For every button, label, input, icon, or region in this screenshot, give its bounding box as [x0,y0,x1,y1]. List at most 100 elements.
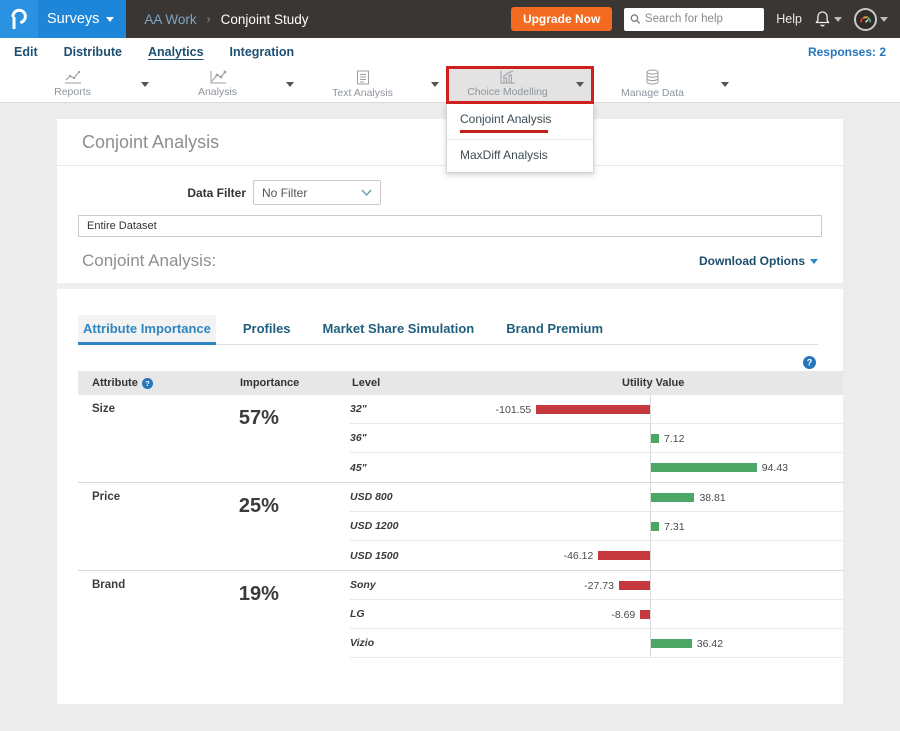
menu-item-maxdiff-analysis[interactable]: MaxDiff Analysis [447,139,593,172]
toolbar-item-text-analysis: Text Analysis [303,66,448,102]
notifications-menu[interactable] [814,10,842,28]
utility-bar [640,610,650,619]
utility-bar-chart: 7.31 [540,512,843,540]
chevron-down-icon [880,17,888,22]
level-row: Sony -27.73 [350,571,843,600]
zero-axis-line [650,571,651,599]
column-header-level: Level [352,377,542,389]
column-header-importance: Importance [240,377,352,389]
nav-item-integration[interactable]: Integration [230,45,295,59]
attribute-importance-table: Attribute ? Importance Level Utility Val… [78,371,843,658]
level-row: 32"-101.55 [350,395,843,424]
conjoint-analysis-panel: Conjoint Analysis Data Filter No Filter … [57,119,843,704]
scatter-chart-icon [209,70,227,84]
product-switcher[interactable]: Surveys [0,0,126,38]
utility-bar [619,581,650,590]
analysis-dropdown-toggle[interactable] [277,66,303,102]
chevron-down-icon [834,17,842,22]
bell-icon [814,10,831,28]
chevron-down-icon [721,82,729,87]
tab-market-share-simulation[interactable]: Market Share Simulation [318,315,480,344]
download-options-button[interactable]: Download Options [699,254,818,268]
database-icon [645,69,660,85]
level-label: 45" [350,462,540,474]
utility-value: -27.73 [584,580,614,592]
upgrade-now-button[interactable]: Upgrade Now [511,7,612,31]
breadcrumb-survey-title[interactable]: Conjoint Study [221,12,309,27]
level-label: USD 1500 [350,550,540,562]
help-question-icon[interactable]: ? [142,378,153,389]
zero-axis-line [650,395,651,423]
chevron-down-icon [576,82,584,87]
level-row: 36"7.12 [350,424,843,453]
attribute-group-row: Brand19%Sony-27.73LG-8.69Vizio36.42 [78,571,843,658]
utility-bar [651,639,692,648]
svg-text:?: ? [807,358,813,368]
questionpro-logo-icon[interactable] [0,0,38,38]
utility-bar-chart: -27.73 [540,571,843,599]
importance-value: 57% [239,395,350,482]
breadcrumb-separator-icon: › [207,12,211,26]
zero-axis-line [650,541,651,570]
toolbar-label: Manage Data [621,87,684,99]
column-header-utility-value: Utility Value [542,377,843,389]
toolbar-item-choice-modelling: Choice Modelling [448,66,593,102]
analytics-toolbar: Reports Analysis Text Analysis [0,66,900,103]
chevron-down-icon [361,189,372,196]
search-icon [630,13,641,25]
text-analysis-button[interactable]: Text Analysis [303,66,422,102]
attribute-name: Price [78,483,239,570]
utility-value: 38.81 [699,492,725,504]
breadcrumb-folder[interactable]: AA Work [144,12,196,27]
attribute-group-row: Size57%32"-101.5536"7.1245"94.43 [78,395,843,483]
nav-item-analytics[interactable]: Analytics [148,45,204,59]
responses-count[interactable]: Responses: 2 [808,45,886,59]
breadcrumb: AA Work › Conjoint Study [144,12,308,27]
utility-value: -46.12 [564,550,594,562]
manage-data-button[interactable]: Manage Data [593,66,712,102]
avatar [854,8,877,31]
reports-dropdown-toggle[interactable] [132,66,158,102]
toolbar-label: Text Analysis [332,87,393,99]
svg-text:?: ? [145,379,150,388]
utility-bar-chart: -8.69 [540,600,843,628]
download-options-label: Download Options [699,254,805,268]
menu-item-conjoint-analysis[interactable]: Conjoint Analysis [447,104,593,139]
analysis-button[interactable]: Analysis [158,66,277,102]
importance-value: 19% [239,571,350,658]
text-analysis-dropdown-toggle[interactable] [422,66,448,102]
brand-label: Surveys [47,11,99,27]
search-input[interactable] [645,13,758,25]
data-filter-select[interactable]: No Filter [253,180,381,205]
importance-value: 25% [239,483,350,570]
table-header-row: Attribute ? Importance Level Utility Val… [78,371,843,395]
logo-glyph-icon [10,8,28,30]
section-divider [57,283,843,289]
toolbar-item-manage-data: Manage Data [593,66,738,102]
choice-modelling-button[interactable]: Choice Modelling [448,66,567,102]
account-menu[interactable] [854,8,888,31]
tab-brand-premium[interactable]: Brand Premium [501,315,608,344]
line-chart-icon [64,70,82,84]
toolbar-label: Analysis [198,86,237,98]
utility-bar-chart: 94.43 [540,453,843,482]
toolbar-label: Reports [54,86,91,98]
utility-bar [651,522,659,531]
zero-axis-line [650,600,651,628]
help-search[interactable] [624,8,764,31]
utility-bar-chart: 36.42 [540,629,843,657]
level-label: Sony [350,579,540,591]
manage-data-dropdown-toggle[interactable] [712,66,738,102]
tab-attribute-importance[interactable]: Attribute Importance [78,315,216,345]
chevron-down-icon [431,82,439,87]
nav-item-edit[interactable]: Edit [14,45,38,59]
help-link[interactable]: Help [776,12,802,26]
tab-profiles[interactable]: Profiles [238,315,296,344]
nav-item-distribute[interactable]: Distribute [64,45,122,59]
help-question-icon[interactable]: ? [803,356,816,369]
reports-button[interactable]: Reports [13,66,132,102]
utility-value: 94.43 [762,462,788,474]
dataset-scope-box[interactable]: Entire Dataset [78,215,822,237]
choice-modelling-dropdown-toggle[interactable] [567,66,593,102]
utility-bar [598,551,650,560]
